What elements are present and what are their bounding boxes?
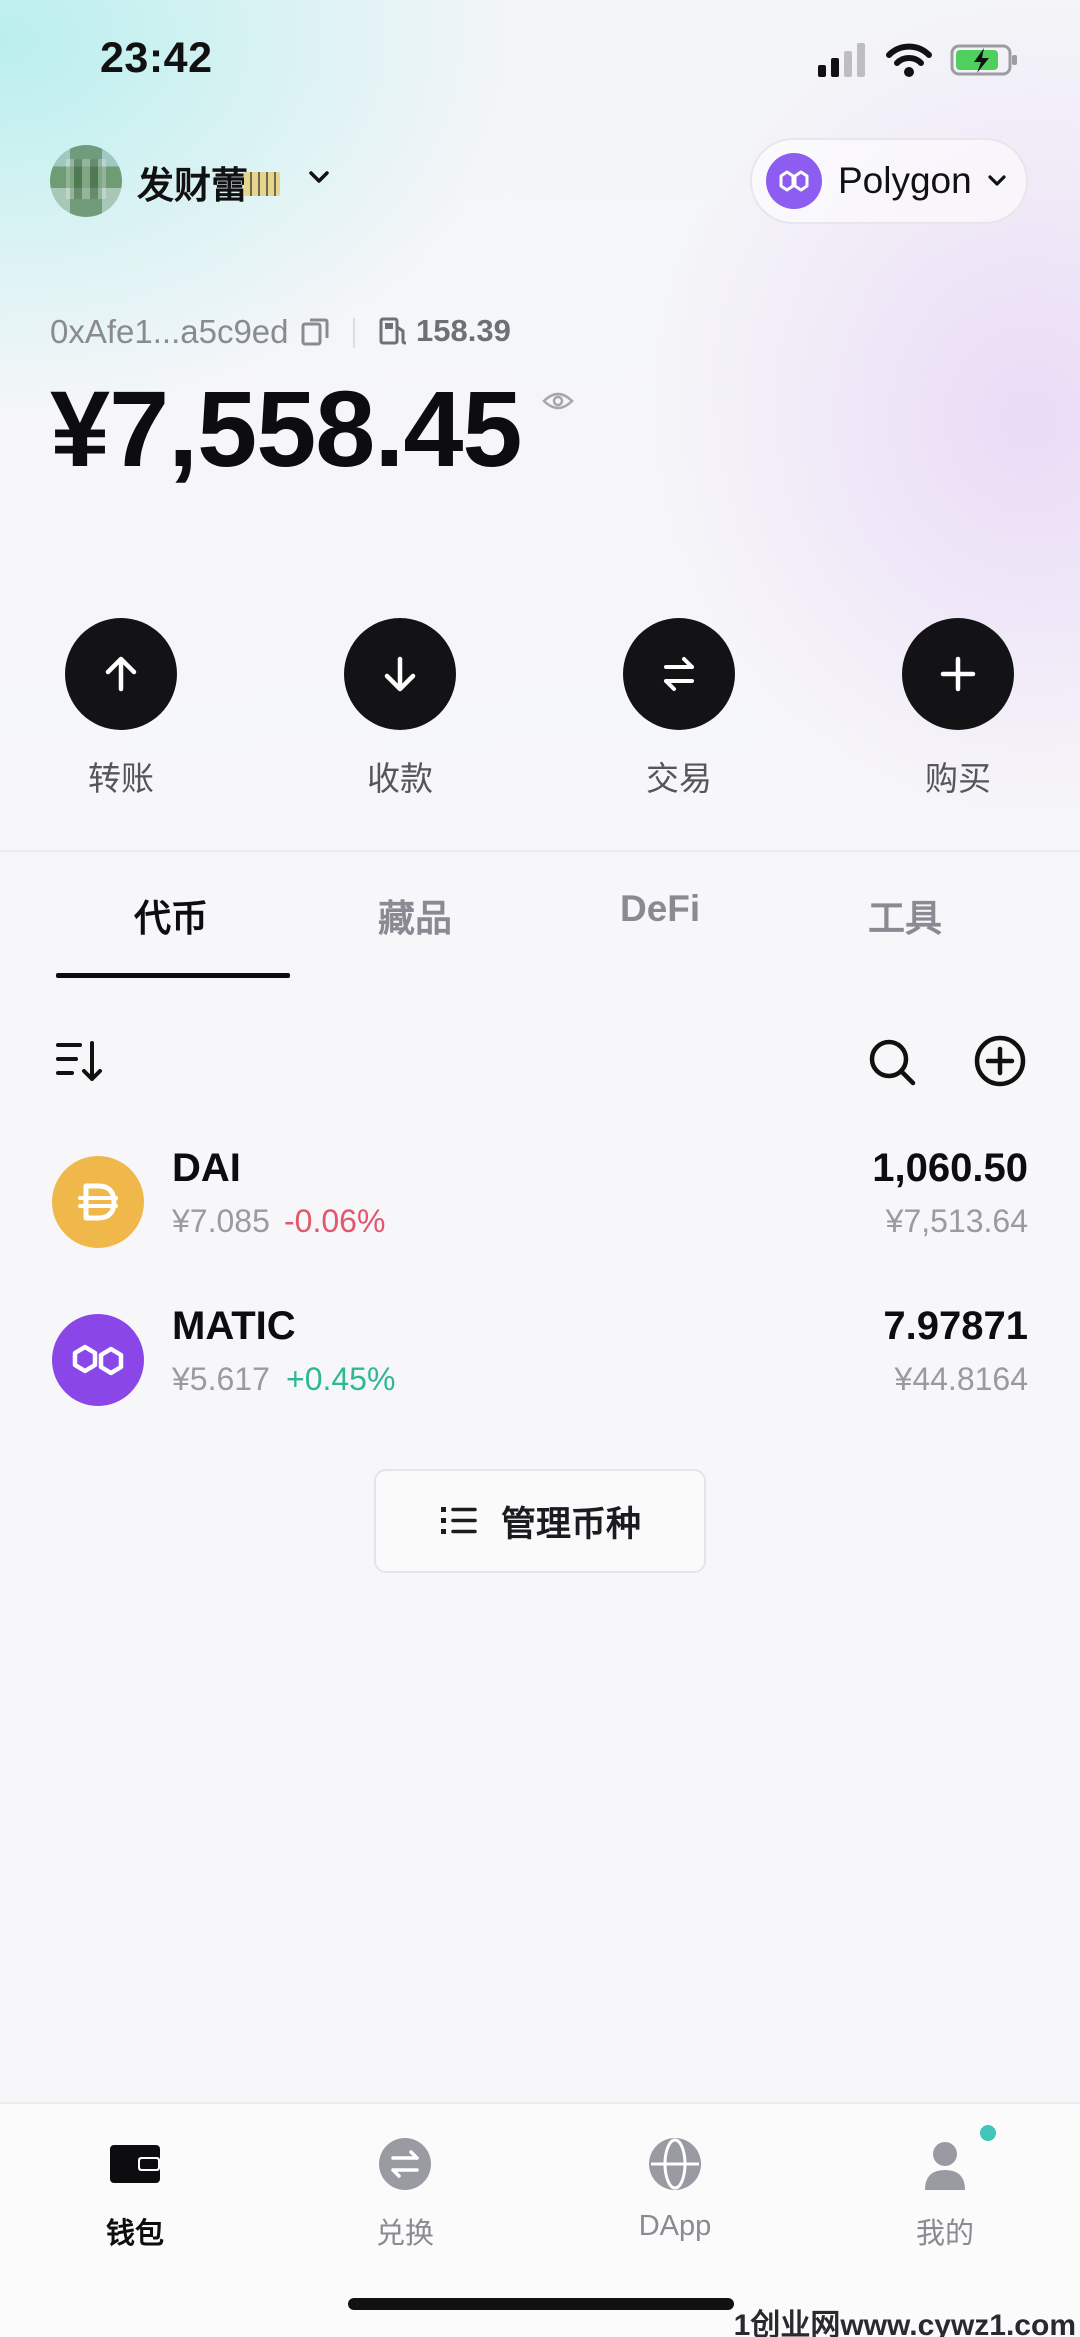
trade-label: 交易 [646, 760, 712, 797]
token-fiat-value: ¥44.8164 [894, 1361, 1028, 1397]
tab-defi[interactable]: DeFi [620, 888, 700, 930]
send-button[interactable] [65, 618, 177, 730]
nav-dapp[interactable]: DApp [595, 2134, 755, 2243]
plus-icon [940, 656, 976, 692]
polygon-logo-icon [766, 153, 822, 209]
manage-tokens-label: 管理币种 [500, 1504, 641, 1544]
token-fiat-value: ¥7,513.64 [885, 1203, 1028, 1239]
list-icon [440, 1507, 477, 1534]
buy-label: 购买 [925, 760, 991, 797]
matic-logo-icon [52, 1314, 144, 1406]
wallet-name[interactable]: 发财蕾 [137, 155, 248, 209]
arrow-down-icon [384, 656, 416, 692]
tab-tokens[interactable]: 代币 [134, 888, 208, 942]
token-row-matic[interactable]: MATIC ¥5.617 +0.45% 7.97871 ¥44.8164 [0, 1298, 1080, 1428]
manage-tokens-button[interactable]: 管理币种 [374, 1469, 706, 1573]
token-amount: 1,060.50 [872, 1146, 1028, 1190]
exchange-icon [379, 2138, 431, 2190]
tab-collectibles[interactable]: 藏品 [378, 888, 452, 942]
nav-profile-label: 我的 [915, 2218, 974, 2250]
token-row-dai[interactable]: DAI ¥7.085 -0.06% 1,060.50 ¥7,513.64 [0, 1140, 1080, 1270]
token-amount: 7.97871 [883, 1304, 1028, 1348]
buy-action[interactable]: 购买 [878, 618, 1038, 800]
home-indicator [348, 2298, 734, 2310]
send-action[interactable]: 转账 [41, 618, 201, 800]
search-icon[interactable] [866, 1036, 918, 1088]
add-token-icon[interactable] [973, 1034, 1027, 1088]
network-name: Polygon [838, 160, 972, 201]
send-label: 转账 [88, 760, 154, 797]
name-emoji-icon [244, 172, 280, 196]
network-selector[interactable]: Polygon [750, 138, 1028, 224]
battery-charging-icon [950, 44, 1017, 76]
buy-button[interactable] [902, 618, 1014, 730]
receive-button[interactable] [344, 618, 456, 730]
receive-label: 收款 [367, 760, 433, 797]
token-change: -0.06% [284, 1203, 386, 1239]
divider [353, 318, 355, 348]
receive-action[interactable]: 收款 [320, 618, 480, 800]
wallet-icon [110, 2145, 160, 2183]
divider [0, 850, 1080, 852]
watermark: 1创业网www.cywz1.com [733, 2309, 1076, 2337]
eye-icon[interactable] [542, 390, 574, 412]
status-icons [818, 40, 1020, 80]
gas-value: 158.39 [416, 313, 511, 348]
trade-action[interactable]: 交易 [599, 618, 759, 800]
nav-wallet-label: 钱包 [105, 2218, 164, 2250]
token-symbol: DAI [172, 1146, 241, 1190]
copy-icon[interactable] [300, 316, 330, 348]
nav-exchange-label: 兑换 [375, 2218, 434, 2250]
wallet-avatar[interactable] [50, 145, 122, 217]
wallet-address: 0xAfe1...a5c9ed [50, 313, 289, 350]
globe-icon [649, 2138, 701, 2190]
nav-dapp-label: DApp [638, 2210, 712, 2242]
trade-button[interactable] [623, 618, 735, 730]
wifi-icon [886, 43, 932, 77]
active-tab-indicator [56, 973, 290, 978]
arrow-up-icon [105, 656, 137, 692]
nav-wallet[interactable]: 钱包 [55, 2134, 215, 2252]
profile-icon [925, 2142, 965, 2190]
tab-tools[interactable]: 工具 [868, 888, 942, 942]
token-price: ¥7.085 [172, 1203, 270, 1239]
total-balance: ¥7,558.45 [50, 368, 522, 489]
cellular-signal-icon [818, 43, 865, 77]
sort-icon[interactable] [54, 1037, 106, 1085]
swap-icon [664, 657, 694, 691]
chevron-down-icon[interactable] [305, 163, 333, 191]
token-symbol: MATIC [172, 1304, 296, 1348]
nav-profile[interactable]: 我的 [865, 2122, 1025, 2252]
token-change: +0.45% [286, 1361, 396, 1397]
status-time: 23:42 [100, 34, 213, 82]
wallet-screen: 23:42 发财蕾 Polygon 0xAfe1...a5c9ed 158.39… [0, 0, 1080, 2337]
chevron-down-icon [988, 175, 1006, 186]
nav-exchange[interactable]: 兑换 [325, 2134, 485, 2252]
token-price: ¥5.617 [172, 1361, 270, 1397]
dai-logo-icon [52, 1156, 144, 1248]
gas-station-icon [379, 317, 406, 345]
notification-dot [977, 2122, 999, 2144]
